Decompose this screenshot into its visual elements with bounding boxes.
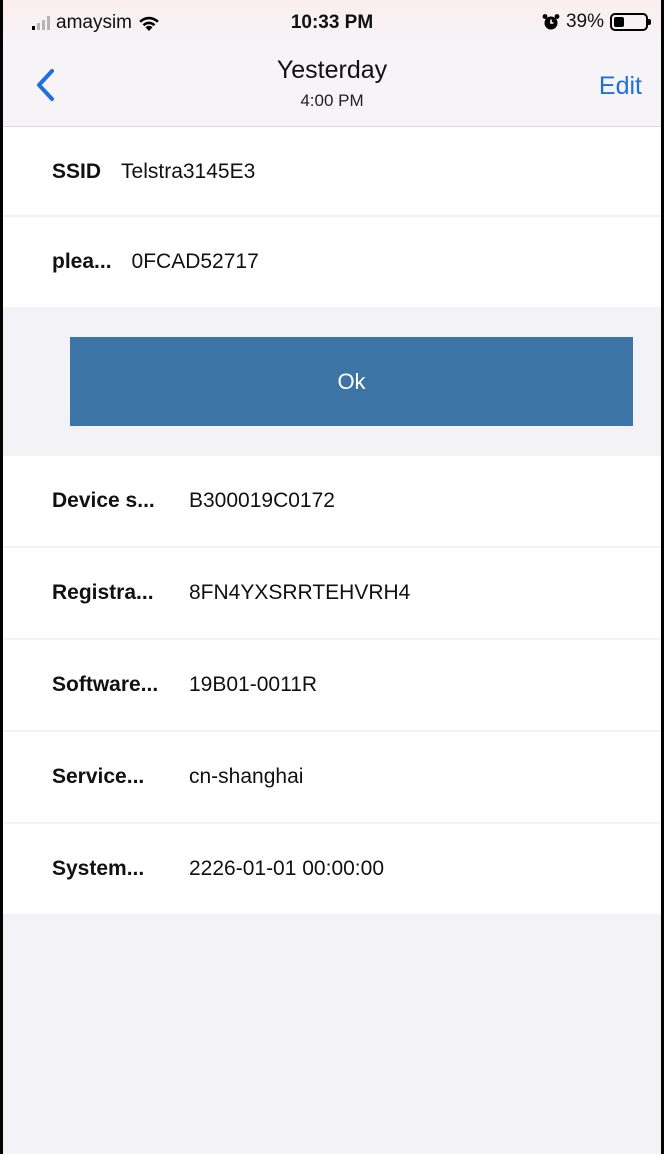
screen-frame: [0, 0, 664, 1154]
